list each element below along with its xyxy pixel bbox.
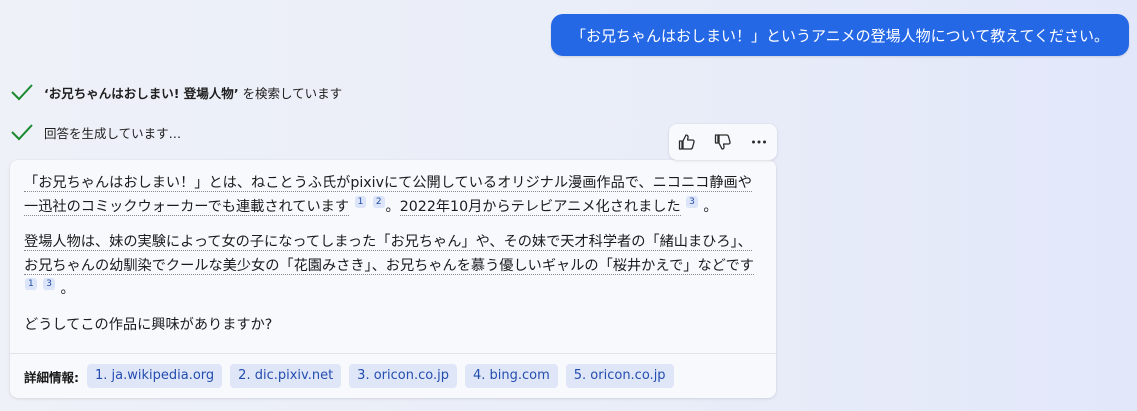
more-info-bar: 詳細情報: 1. ja.wikipedia.org 2. dic.pixiv.n… [24,364,682,388]
user-message-text: 「お兄ちゃんはおしまい！」というアニメの登場人物について教えてください。 [570,26,1109,45]
check-icon [11,124,33,141]
thumbs-down-button[interactable] [710,129,736,155]
response-card: 「お兄ちゃんはおしまい！」とは、ねことうふ氏がpixivにて公開しているオリジナ… [10,160,776,398]
thumbs-up-button[interactable] [674,129,700,155]
response-paragraph: 「お兄ちゃんはおしまい！」とは、ねことうふ氏がpixivにて公開しているオリジナ… [24,175,752,216]
progress-searching-text: ‘お兄ちゃんはおしまい! 登場人物’ を検索しています [44,85,343,101]
user-message-bubble: 「お兄ちゃんはおしまい！」というアニメの登場人物について教えてください。 [550,14,1129,56]
source-link[interactable]: 2. dic.pixiv.net [230,364,342,388]
response-content: 「お兄ちゃんはおしまい！」とは、ねことうふ氏がpixivにて公開しているオリジナ… [24,172,764,349]
citation-marker[interactable]: 1 [354,195,367,208]
progress-generating-text: 回答を生成しています… [44,125,182,141]
progress-generating: 回答を生成しています… [10,122,181,142]
response-paragraph: 登場人物は、妹の実験によって女の子になってしまった「お兄ちゃん」や、その妹で天才… [24,234,754,297]
source-link[interactable]: 5. oricon.co.jp [565,364,674,388]
check-icon [11,84,33,101]
more-info-label: 詳細情報: [24,369,79,385]
citation-marker[interactable]: 3 [43,278,55,290]
thumbs-down-icon [714,134,731,150]
response-text: 2022年10月からテレビアニメ化されました [399,198,681,216]
search-query: お兄ちゃんはおしまい! 登場人物 [48,85,234,101]
source-link[interactable]: 3. oricon.co.jp [349,364,457,388]
more-icon [752,140,766,144]
response-actions [669,124,777,160]
citation-marker[interactable]: 2 [372,195,385,208]
response-text: 登場人物は、妹の実験によって女の子になってしまった「お兄ちゃん」や、その妹で天才… [24,234,754,275]
progress-searching: ‘お兄ちゃんはおしまい! 登場人物’ を検索しています [10,82,342,102]
thumbs-up-icon [678,134,695,150]
source-link[interactable]: 4. bing.com [464,364,558,388]
more-options-button[interactable] [746,129,772,155]
divider [10,353,776,354]
citation-marker[interactable]: 3 [686,195,698,208]
response-question: どうしてこの作品に興味がありますか? [24,316,273,333]
source-link[interactable]: 1. ja.wikipedia.org [87,364,223,388]
citation-marker[interactable]: 1 [25,278,37,290]
